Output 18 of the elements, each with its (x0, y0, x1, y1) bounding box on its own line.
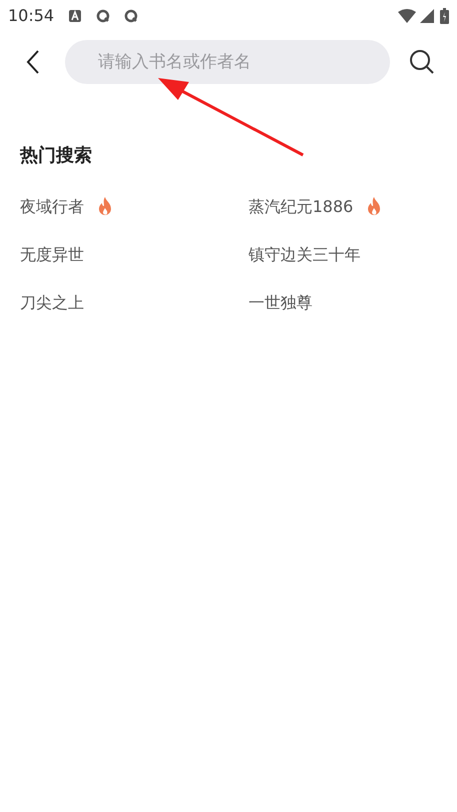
notification-icon (124, 9, 138, 23)
search-field[interactable]: 请输入书名或作者名 (65, 40, 390, 84)
flame-icon (96, 197, 114, 217)
search-icon (409, 49, 435, 75)
hot-search-item[interactable]: 无度异世 (20, 243, 84, 267)
hot-search-item[interactable]: 一世独尊 (248, 291, 312, 315)
notification-icon (68, 9, 82, 23)
status-time: 10:54 (8, 5, 54, 27)
notification-icon (96, 9, 110, 23)
battery-icon (440, 8, 449, 24)
hot-search-item[interactable]: 刀尖之上 (20, 291, 84, 315)
section-title: 热门搜索 (20, 144, 93, 168)
hot-search-item[interactable]: 镇守边关三十年 (248, 243, 360, 267)
signal-icon (420, 9, 434, 23)
back-icon (26, 49, 40, 75)
hot-search-item[interactable]: 蒸汽纪元1886 (248, 195, 354, 219)
wifi-icon (398, 9, 416, 23)
hot-search-item[interactable]: 夜域行者 (20, 195, 84, 219)
